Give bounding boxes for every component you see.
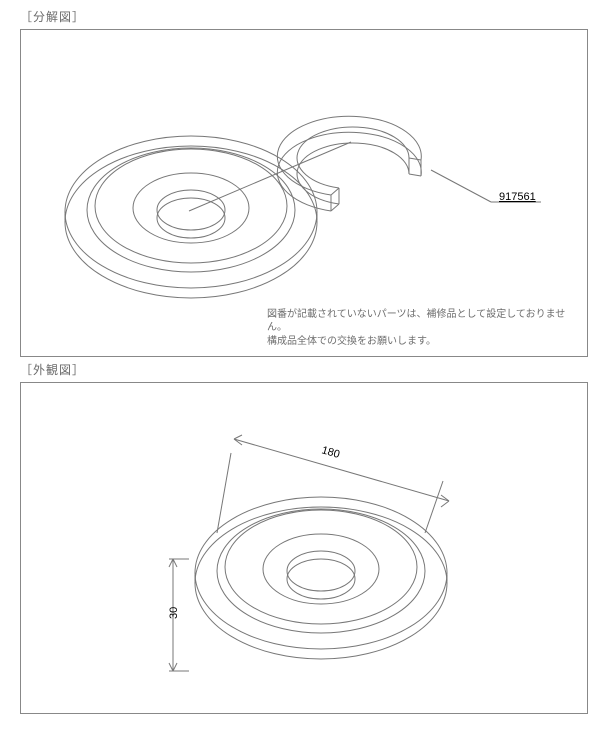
dimension-diameter: 180 — [320, 444, 341, 461]
dimension-thickness: 30 — [168, 607, 180, 619]
page-root: ［分解図］ — [0, 0, 600, 732]
note-line2: 構成品全体での交換をお願いします。 — [267, 336, 436, 347]
note-line1: 図番が記載されていないパーツは、補修品として設定しておりません。 — [267, 309, 565, 334]
exploded-view-note: 図番が記載されていないパーツは、補修品として設定しておりません。 構成品全体での… — [267, 308, 577, 349]
exterior-view-panel: 180 30 — [20, 382, 588, 714]
ring-part-number-callout: 917561 — [499, 191, 536, 203]
exploded-view-panel: 917561 図番が記載されていないパーツは、補修品として設定しておりません。 … — [20, 29, 588, 357]
exterior-view-title: ［外観図］ — [20, 361, 588, 378]
exploded-view-title: ［分解図］ — [20, 8, 588, 25]
exterior-view-drawing: 180 30 — [21, 383, 587, 713]
